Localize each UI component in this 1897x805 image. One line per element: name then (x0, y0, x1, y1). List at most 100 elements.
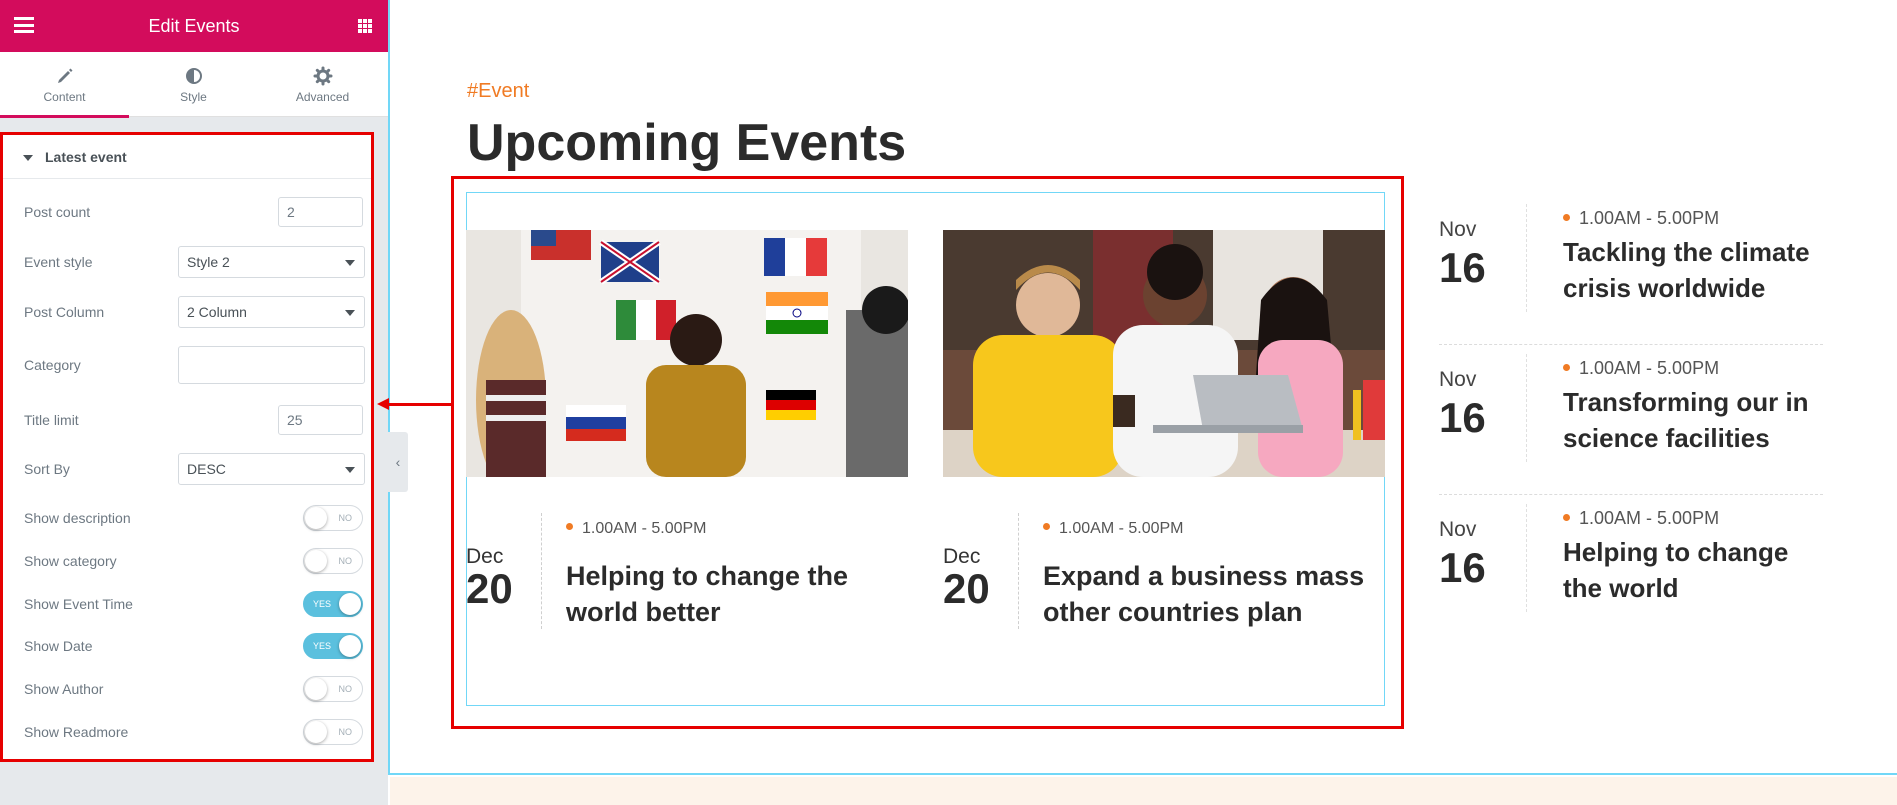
widgets-grid-icon[interactable] (358, 19, 372, 33)
show-event-time-toggle[interactable]: YES (303, 591, 363, 617)
toggle-state: NO (338, 556, 353, 566)
toggle-state: YES (313, 641, 332, 651)
sort-by-value: DESC (187, 461, 226, 477)
event-time: 1.00AM - 5.00PM (1563, 358, 1719, 379)
event-title[interactable]: Helping to change the world (1563, 534, 1823, 606)
event-time: 1.00AM - 5.00PM (566, 520, 707, 538)
post-count-input[interactable]: 2 (278, 197, 363, 227)
section-tag: #Event (467, 80, 530, 102)
event-time-text: 1.00AM - 5.00PM (582, 520, 707, 537)
editor-panel: Edit Events Content Style Advanced Lates… (0, 0, 388, 805)
event-month: Nov (1439, 518, 1477, 541)
bullet-dot-icon (1563, 513, 1570, 521)
event-time-text: 1.00AM - 5.00PM (1579, 208, 1720, 228)
editor-tabs: Content Style Advanced (0, 52, 388, 118)
event-title[interactable]: Expand a business mass other countries p… (1043, 558, 1383, 630)
post-column-value: 2 Column (187, 304, 247, 320)
show-date-toggle[interactable]: YES (303, 633, 363, 659)
category-label: Category (24, 357, 81, 373)
event-day: 20 (466, 565, 513, 612)
section-toggle[interactable]: Latest event (3, 135, 371, 179)
pencil-icon (57, 68, 72, 83)
post-column-select[interactable]: 2 Column (178, 296, 365, 328)
side-event-item[interactable]: Nov 16 1.00AM - 5.00PM Tackling the clim… (1439, 204, 1823, 353)
bullet-dot-icon (1043, 523, 1050, 531)
event-style-value: Style 2 (187, 254, 230, 270)
post-column-control: Post Column 2 Column (3, 296, 371, 328)
title-limit-label: Title limit (24, 412, 79, 428)
show-description-label: Show description (24, 510, 131, 526)
tab-content-label: Content (43, 90, 86, 104)
sort-by-control: Sort By DESC (3, 453, 371, 485)
event-month: Nov (1439, 368, 1477, 391)
page-heading: Upcoming Events (467, 114, 907, 172)
show-author-toggle[interactable]: NO (303, 676, 363, 702)
toggle-state: NO (338, 684, 353, 694)
event-time: 1.00AM - 5.00PM (1043, 520, 1184, 538)
editor-header: Edit Events (0, 0, 388, 52)
collapse-panel-button[interactable]: ‹ (388, 432, 408, 492)
show-category-control: Show category NO (3, 548, 371, 574)
event-card[interactable]: Dec 20 1.00AM - 5.00PM Helping to change… (466, 230, 908, 629)
event-month: Nov (1439, 218, 1477, 241)
bullet-dot-icon (566, 523, 573, 531)
list-divider (1439, 494, 1823, 495)
tab-advanced[interactable]: Advanced (258, 52, 387, 117)
event-time-text: 1.00AM - 5.00PM (1059, 520, 1184, 537)
show-readmore-label: Show Readmore (24, 724, 129, 740)
divider (1526, 504, 1527, 612)
event-title[interactable]: Tackling the climate crisis worldwide (1563, 234, 1823, 306)
divider (1526, 354, 1527, 462)
side-event-item[interactable]: Nov 16 1.00AM - 5.00PM Helping to change… (1439, 504, 1823, 653)
post-count-control: Post count 2 (3, 197, 371, 227)
event-time: 1.00AM - 5.00PM (1563, 508, 1719, 529)
dropdown-arrow-icon (345, 467, 355, 473)
toggle-state: NO (338, 727, 353, 737)
contrast-icon (185, 68, 202, 84)
divider (541, 513, 542, 629)
divider (1018, 513, 1019, 629)
title-limit-input[interactable]: 25 (278, 405, 363, 435)
sort-by-label: Sort By (24, 461, 70, 477)
show-description-toggle[interactable]: NO (303, 505, 363, 531)
event-image[interactable] (466, 230, 908, 477)
toggle-state: YES (313, 599, 332, 609)
show-event-time-control: Show Event Time YES (3, 591, 371, 617)
bullet-dot-icon (1563, 363, 1570, 371)
post-column-label: Post Column (24, 304, 105, 320)
event-image[interactable] (943, 230, 1385, 477)
tab-advanced-label: Advanced (295, 90, 350, 104)
show-description-control: Show description NO (3, 505, 371, 531)
event-date: Dec 20 (943, 545, 1018, 610)
event-card[interactable]: Dec 20 1.00AM - 5.00PM Expand a business… (943, 230, 1385, 629)
editor-title: Edit Events (148, 16, 240, 36)
show-readmore-toggle[interactable]: NO (303, 719, 363, 745)
list-divider (1439, 344, 1823, 345)
divider (1526, 204, 1527, 312)
event-title[interactable]: Helping to change the world better (566, 558, 906, 630)
sort-by-select[interactable]: DESC (178, 453, 365, 485)
event-style-select[interactable]: Style 2 (178, 246, 365, 278)
category-input[interactable] (178, 346, 365, 384)
event-date: Dec 20 (466, 545, 541, 612)
title-limit-control: Title limit 25 (3, 405, 371, 435)
bullet-dot-icon (1563, 213, 1570, 221)
tab-style[interactable]: Style (129, 52, 258, 117)
toggle-state: NO (338, 513, 353, 523)
show-category-toggle[interactable]: NO (303, 548, 363, 574)
event-day: 16 (1439, 244, 1486, 291)
category-control: Category (3, 346, 371, 384)
gear-icon (313, 66, 332, 86)
tab-content[interactable]: Content (0, 52, 129, 118)
next-section-strip (390, 777, 1897, 805)
event-time-text: 1.00AM - 5.00PM (1579, 358, 1720, 378)
dropdown-arrow-icon (345, 260, 355, 266)
event-title[interactable]: Transforming our in science facilities (1563, 384, 1823, 456)
classroom-flags-photo (466, 230, 908, 477)
dropdown-arrow-icon (345, 310, 355, 316)
side-event-item[interactable]: Nov 16 1.00AM - 5.00PM Transforming our … (1439, 354, 1823, 503)
show-author-label: Show Author (24, 681, 104, 697)
caret-down-icon (23, 155, 33, 162)
show-event-time-label: Show Event Time (24, 596, 133, 612)
section-title: Latest event (45, 149, 127, 165)
